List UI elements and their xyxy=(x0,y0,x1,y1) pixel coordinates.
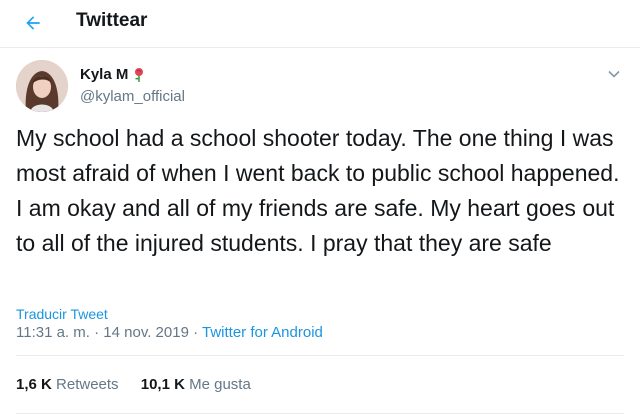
likes-count: 10,1 K xyxy=(140,376,185,393)
author-name[interactable]: Kyla M xyxy=(80,66,146,83)
likes-label: Me gusta xyxy=(189,376,251,393)
more-options-button[interactable] xyxy=(604,64,624,84)
author-handle[interactable]: @kylam_official xyxy=(80,88,185,105)
chevron-down-icon xyxy=(608,70,620,78)
retweets-count: 1,6 K xyxy=(16,376,52,393)
translate-tweet-link[interactable]: Traducir Tweet xyxy=(16,306,108,322)
tweet-stats: 1,6 K Retweets 10,1 K Me gusta xyxy=(16,376,251,393)
top-bar: Twittear xyxy=(0,0,640,48)
tweet-text: My school had a school shooter today. Th… xyxy=(16,125,620,256)
meta-separator: · xyxy=(188,324,202,341)
meta-separator: · xyxy=(89,324,104,341)
avatar-image xyxy=(16,60,68,112)
arrow-left-icon xyxy=(26,16,40,30)
rose-icon xyxy=(135,67,144,82)
retweets-label: Retweets xyxy=(56,376,119,393)
page-title: Twittear xyxy=(76,10,148,31)
back-button[interactable] xyxy=(18,8,48,38)
tweet-metadata: 11:31 a. m. · 14 nov. 2019 · Twitter for… xyxy=(16,324,323,341)
divider xyxy=(16,413,624,414)
divider xyxy=(16,355,624,356)
tweet-date[interactable]: 14 nov. 2019 xyxy=(103,324,189,341)
tweet-time[interactable]: 11:31 a. m. xyxy=(16,324,90,341)
retweets-stat[interactable]: 1,6 K Retweets xyxy=(16,376,119,393)
avatar[interactable] xyxy=(16,60,68,112)
author-name-text: Kyla M xyxy=(80,66,129,83)
likes-stat[interactable]: 10,1 K Me gusta xyxy=(141,376,251,393)
tweet-source-link[interactable]: Twitter for Android xyxy=(202,324,323,341)
